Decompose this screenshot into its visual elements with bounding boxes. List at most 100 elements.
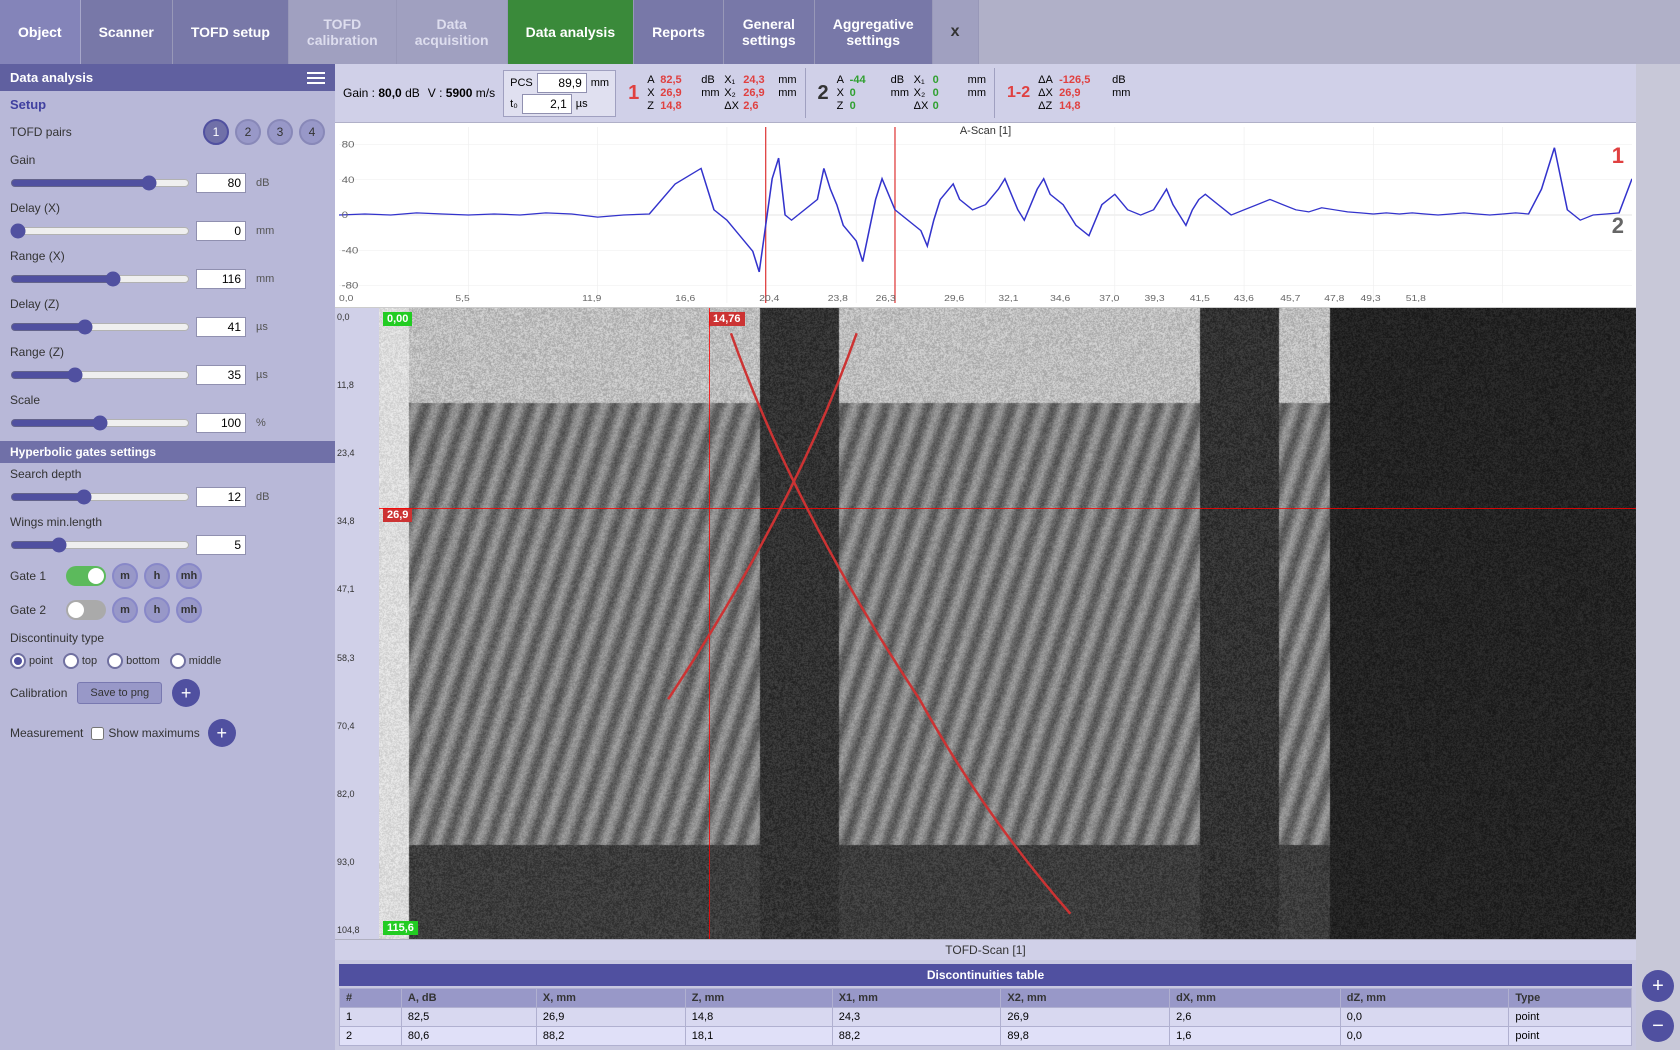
meas-plus-button[interactable]: + <box>208 719 236 747</box>
disc-type-bottom[interactable]: bottom <box>107 653 160 669</box>
disc-type-middle[interactable]: middle <box>170 653 221 669</box>
bscan-top-label: 0,00 <box>383 312 412 326</box>
scale-slider[interactable] <box>10 415 190 431</box>
nav-scanner[interactable]: Scanner <box>81 0 173 64</box>
pcs-input[interactable] <box>537 73 587 93</box>
gate2-h-btn[interactable]: h <box>144 597 170 623</box>
gate2-mh-btn[interactable]: mh <box>176 597 202 623</box>
tofd-pair-4[interactable]: 4 <box>299 119 325 145</box>
row1-x1: 24,3 <box>832 1008 1001 1027</box>
gain-input[interactable] <box>196 173 246 193</box>
side-minus-button[interactable]: − <box>1642 1010 1674 1042</box>
nav-tofd-calibration[interactable]: TOFD calibration <box>289 0 397 64</box>
calib-plus-button[interactable]: + <box>172 679 200 707</box>
tofd-pair-3[interactable]: 3 <box>267 119 293 145</box>
gate1-toggle[interactable] <box>66 566 106 586</box>
table-row[interactable]: 2 80,6 88,2 18,1 88,2 89,8 1,6 0,0 point <box>340 1027 1632 1046</box>
delay-x-label: Delay (X) <box>10 201 60 215</box>
delay-z-slider-row: µs <box>0 315 335 341</box>
nav-data-analysis[interactable]: Data analysis <box>508 0 635 64</box>
range-x-input[interactable] <box>196 269 246 289</box>
meas-label: Measurement <box>10 726 83 740</box>
disc-type-label-row: Discontinuity type <box>0 627 335 649</box>
row1-dz: 0,0 <box>1340 1008 1509 1027</box>
search-depth-input[interactable] <box>196 487 246 507</box>
show-maximums-checkbox[interactable] <box>91 727 104 740</box>
gate1-h-btn[interactable]: h <box>144 563 170 589</box>
meas2-a-value: -44 <box>850 74 888 86</box>
gate1-mh-btn[interactable]: mh <box>176 563 202 589</box>
svg-text:0: 0 <box>342 210 349 221</box>
gate2-toggle[interactable] <box>66 600 106 620</box>
scan-label-1: 1 <box>1612 143 1624 169</box>
nav-object[interactable]: Object <box>0 0 81 64</box>
nav-tofd-setup[interactable]: TOFD setup <box>173 0 289 64</box>
row1-type: point <box>1509 1008 1632 1027</box>
divider-1 <box>805 68 806 118</box>
meas12-da-unit: dB <box>1112 74 1125 86</box>
scan-title: TOFD-Scan [1] <box>335 939 1636 960</box>
delay-z-unit: µs <box>256 321 274 333</box>
range-x-label-row: Range (X) <box>0 245 335 267</box>
tofd-pair-1[interactable]: 1 <box>203 119 229 145</box>
svg-text:40: 40 <box>342 175 355 186</box>
meas1-x2-unit: mm <box>778 87 796 99</box>
wings-min-slider[interactable] <box>10 537 190 553</box>
row1-num: 1 <box>340 1008 402 1027</box>
side-plus-button[interactable]: + <box>1642 970 1674 1002</box>
svg-text:32,1: 32,1 <box>998 294 1018 303</box>
nav-data-acquisition[interactable]: Data acquisition <box>397 0 508 64</box>
nav-reports[interactable]: Reports <box>634 0 724 64</box>
divider-2 <box>994 68 995 118</box>
bscan-image[interactable]: 0,00 14,76 26,9 115,6 <box>379 308 1636 939</box>
col-x2: X2, mm <box>1001 989 1170 1008</box>
gate1-m-btn[interactable]: m <box>112 563 138 589</box>
range-x-slider[interactable] <box>10 271 190 287</box>
wings-min-input[interactable] <box>196 535 246 555</box>
disc-type-top[interactable]: top <box>63 653 97 669</box>
row1-a: 82,5 <box>401 1008 536 1027</box>
gate2-m-btn[interactable]: m <box>112 597 138 623</box>
disc-type-point[interactable]: point <box>10 653 53 669</box>
meas2-x1-unit: mm <box>968 74 986 86</box>
meas-section-2-container: 2 A -44 dB X₁ 0 mm X 0 m <box>814 74 986 112</box>
delay-x-input[interactable] <box>196 221 246 241</box>
scale-input[interactable] <box>196 413 246 433</box>
table-row[interactable]: 1 82,5 26,9 14,8 24,3 26,9 2,6 0,0 point <box>340 1008 1632 1027</box>
meas1-a-label: A <box>647 74 657 86</box>
ascan-container[interactable]: A-Scan [1] 1 2 <box>335 123 1636 308</box>
svg-text:5,5: 5,5 <box>455 294 469 303</box>
gain-slider[interactable] <box>10 175 190 191</box>
meas12-dx-value: 26,9 <box>1059 87 1109 99</box>
y-label-1: 11,8 <box>337 380 377 390</box>
delay-x-slider[interactable] <box>10 223 190 239</box>
tofd-pair-2[interactable]: 2 <box>235 119 261 145</box>
search-depth-slider[interactable] <box>10 489 190 505</box>
range-z-input[interactable] <box>196 365 246 385</box>
meas1-a-value: 82,5 <box>660 74 698 86</box>
range-z-slider[interactable] <box>10 367 190 383</box>
section-num-1: 1 <box>624 82 643 105</box>
meas-section-1: A 82,5 dB X₁ 24,3 mm X 26,9 mm X₂ <box>647 74 796 112</box>
range-x-label: Range (X) <box>10 249 65 263</box>
meas2-x2-value: 0 <box>933 87 965 99</box>
svg-text:49,3: 49,3 <box>1360 294 1380 303</box>
delay-z-slider[interactable] <box>10 319 190 335</box>
side-buttons: + − <box>1636 64 1680 1050</box>
disc-table: # A, dB X, mm Z, mm X1, mm X2, mm dX, mm… <box>339 988 1632 1046</box>
nav-aggregative-settings[interactable]: Aggregative settings <box>815 0 933 64</box>
y-label-7: 82,0 <box>337 789 377 799</box>
show-maximums-label[interactable]: Show maximums <box>91 726 199 740</box>
meas2-row-x: X 0 mm X₂ 0 mm <box>837 87 986 99</box>
meas2-row-z: Z 0 ΔX 0 <box>837 100 986 112</box>
range-z-unit: µs <box>256 369 274 381</box>
delay-z-input[interactable] <box>196 317 246 337</box>
meas1-x1-label: X₁ <box>724 74 740 86</box>
col-type: Type <box>1509 989 1632 1008</box>
t0-input[interactable] <box>522 94 572 114</box>
gain-label: Gain <box>10 153 35 167</box>
hamburger-menu[interactable] <box>307 72 325 84</box>
nav-general-settings[interactable]: General settings <box>724 0 815 64</box>
save-png-button[interactable]: Save to png <box>77 682 162 704</box>
nav-close[interactable]: x <box>933 0 979 64</box>
